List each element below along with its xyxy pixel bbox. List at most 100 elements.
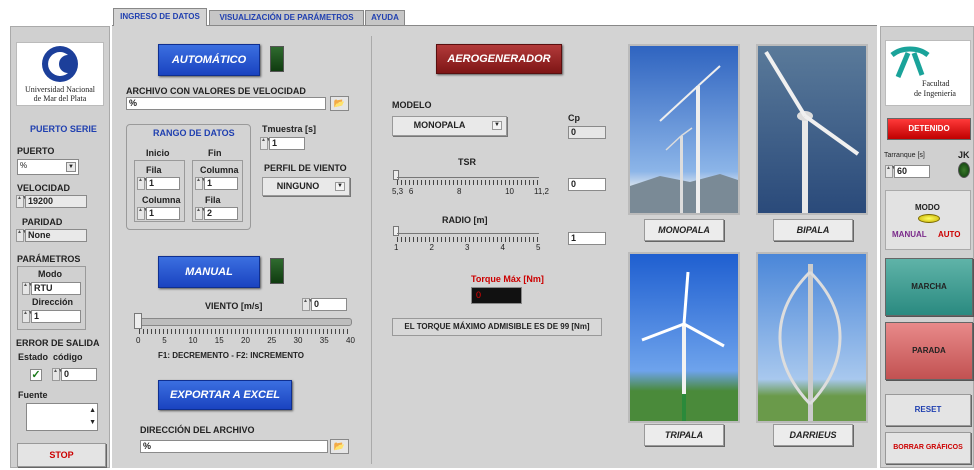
end-row-field[interactable]: 2	[204, 207, 238, 220]
mode-auto-label: AUTO	[938, 230, 961, 239]
radio-scale	[397, 237, 539, 242]
port-select[interactable]: % ▼	[17, 159, 79, 175]
direction-control[interactable]: ▲▼ 1	[22, 310, 81, 323]
radio-slider-thumb[interactable]	[393, 226, 399, 236]
dir-path-field[interactable]: %	[140, 440, 328, 453]
start-col-stepper-icon[interactable]: ▲▼	[137, 207, 148, 220]
port-label: PUERTO	[17, 146, 55, 156]
mode-toggle[interactable]	[918, 214, 940, 223]
tmuestra-stepper-icon[interactable]: ▲▼	[260, 137, 271, 150]
velocity-control[interactable]: ▲▼ 19200	[16, 195, 87, 208]
tab-visualizacion[interactable]: VISUALIZACIÓN DE PARÁMETROS	[209, 10, 364, 26]
code-control[interactable]: ▲▼ 0	[52, 368, 97, 381]
parity-stepper-icon[interactable]: ▲▼	[16, 229, 27, 242]
export-button[interactable]: EXPORTAR A EXCEL	[158, 380, 292, 410]
reset-button[interactable]: RESET	[885, 394, 971, 426]
range-title: RANGO DE DATOS	[153, 128, 235, 138]
tmuestra-control[interactable]: ▲▼ 1	[260, 137, 305, 150]
end-row-control[interactable]: ▲▼ 2	[195, 207, 238, 220]
direction-field[interactable]: 1	[31, 310, 81, 323]
model-select[interactable]: MONOPALA ▼	[392, 116, 507, 136]
profile-label: PERFIL DE VIENTO	[264, 163, 347, 173]
start-row-stepper-icon[interactable]: ▲▼	[137, 177, 148, 190]
file-path-field[interactable]: %	[126, 97, 326, 110]
wind-tick-8: 40	[346, 336, 355, 345]
tmuestra-field[interactable]: 1	[269, 137, 305, 150]
tsr-tick-0: 5,3	[392, 187, 404, 196]
aerogenerador-button[interactable]: AEROGENERADOR	[436, 44, 562, 74]
end-label: Fin	[208, 148, 222, 158]
radio-slider-track[interactable]	[397, 233, 539, 234]
darrieus-button[interactable]: DARRIEUS	[773, 424, 853, 446]
wind-slider[interactable]	[136, 318, 352, 326]
bipala-button[interactable]: BIPALA	[773, 219, 853, 241]
marcha-button[interactable]: MARCHA	[885, 258, 973, 316]
monopala-button[interactable]: MONOPALA	[644, 219, 724, 241]
tsr-tick-1: 6	[408, 187, 414, 196]
manual-button[interactable]: MANUAL	[158, 256, 260, 288]
wind-tick-2: 10	[188, 336, 198, 345]
mode-title: MODO	[915, 203, 940, 212]
source-textarea[interactable]: ▲ ▼	[26, 403, 98, 431]
wind-field[interactable]: 0	[311, 298, 347, 311]
start-row-control[interactable]: ▲▼ 1	[137, 177, 180, 190]
wind-tick-4: 20	[241, 336, 250, 345]
tab-ayuda[interactable]: AYUDA	[365, 10, 405, 26]
wind-control[interactable]: ▲▼ 0	[302, 298, 347, 311]
arranque-field[interactable]: 60	[894, 165, 930, 178]
tab-ingreso[interactable]: INGRESO DE DATOS	[113, 8, 207, 27]
tsr-slider-thumb[interactable]	[393, 170, 399, 180]
clear-graphs-button[interactable]: BORRAR GRÁFICOS	[885, 432, 971, 464]
tripala-button[interactable]: TRIPALA	[644, 424, 724, 446]
start-row-field[interactable]: 1	[146, 177, 180, 190]
parity-field[interactable]: None	[25, 229, 87, 242]
status-checkbox[interactable]: ✓	[30, 369, 42, 381]
stop-button[interactable]: STOP	[17, 443, 106, 467]
torque-display: 0	[471, 287, 522, 304]
wind-stepper-icon[interactable]: ▲▼	[302, 298, 313, 311]
torque-label: Torque Máx [Nm]	[471, 274, 544, 284]
tsr-tick-3: 10	[505, 187, 515, 196]
darrieus-image	[756, 252, 868, 423]
profile-value: NINGUNO	[276, 181, 320, 191]
parity-control[interactable]: ▲▼ None	[16, 229, 87, 242]
auto-led	[270, 46, 284, 72]
wind-slider-thumb[interactable]	[134, 313, 142, 329]
mode-stepper-icon[interactable]: ▲▼	[22, 282, 33, 295]
profile-select[interactable]: NINGUNO ▼	[262, 177, 350, 196]
end-col-field[interactable]: 1	[204, 177, 238, 190]
code-field[interactable]: 0	[61, 368, 97, 381]
radio-tick-3: 4	[500, 243, 505, 252]
model-dropdown-icon[interactable]: ▼	[492, 121, 502, 130]
fi-logo: Facultad de Ingeniería	[885, 40, 971, 106]
fi-logo-text-1: Facultad	[922, 79, 950, 88]
arranque-control[interactable]: ▲▼ 60	[885, 165, 930, 178]
radio-tick-2: 3	[465, 243, 470, 252]
start-col-control[interactable]: ▲▼ 1	[137, 207, 180, 220]
unmdp-logo-text-2: de Mar del Plata	[33, 94, 87, 103]
port-dropdown-icon[interactable]: ▼	[66, 162, 76, 172]
radio-tick-4: 5	[536, 243, 541, 252]
source-scroll-icon[interactable]: ▲ ▼	[89, 405, 96, 429]
start-col-field[interactable]: 1	[146, 207, 180, 220]
auto-button[interactable]: AUTOMÁTICO	[158, 44, 260, 76]
velocity-field[interactable]: 19200	[25, 195, 87, 208]
end-row-stepper-icon[interactable]: ▲▼	[195, 207, 206, 220]
tsr-tick-2: 8	[456, 187, 462, 196]
arranque-stepper-icon[interactable]: ▲▼	[885, 165, 896, 178]
tsr-slider-track[interactable]	[397, 177, 539, 178]
direction-stepper-icon[interactable]: ▲▼	[22, 310, 33, 323]
velocity-stepper-icon[interactable]: ▲▼	[16, 195, 27, 208]
end-col-stepper-icon[interactable]: ▲▼	[195, 177, 206, 190]
manual-led	[270, 258, 284, 284]
direction-label: Dirección	[32, 297, 74, 307]
code-stepper-icon[interactable]: ▲▼	[52, 368, 63, 381]
end-col-control[interactable]: ▲▼ 1	[195, 177, 238, 190]
profile-dropdown-icon[interactable]: ▼	[335, 182, 345, 191]
mode-field[interactable]: RTU	[31, 282, 81, 295]
mode-control[interactable]: ▲▼ RTU	[22, 282, 81, 295]
radio-field: 1	[568, 232, 606, 245]
file-browse-icon[interactable]: 📂	[330, 96, 349, 111]
dir-browse-icon[interactable]: 📂	[330, 439, 349, 454]
parada-button[interactable]: PARADA	[885, 322, 973, 380]
